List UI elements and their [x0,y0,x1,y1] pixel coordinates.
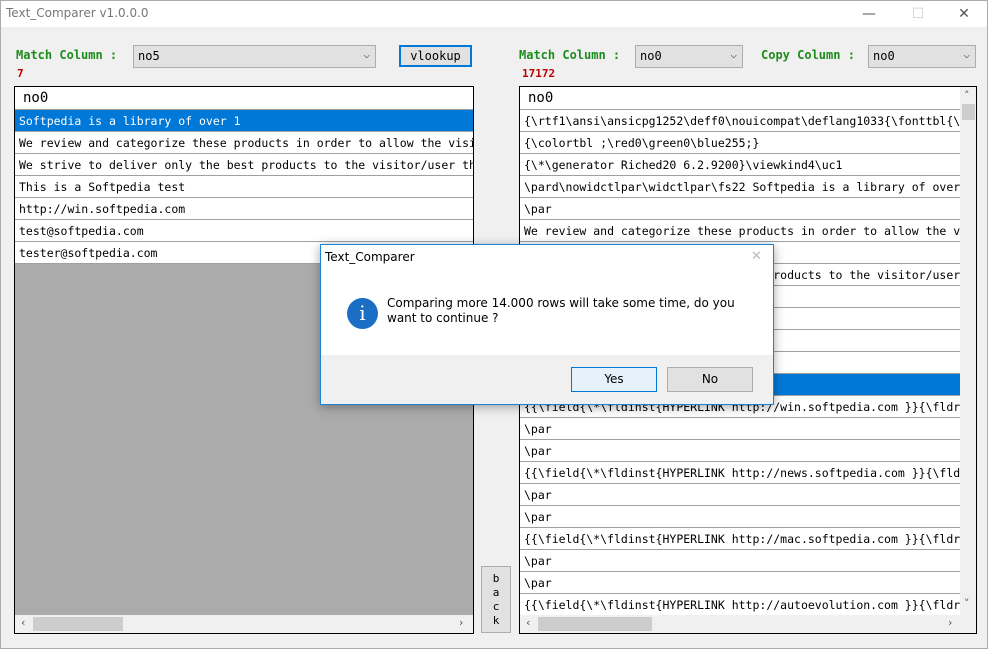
dialog-message: Comparing more 14.000 rows will take som… [387,296,735,325]
back-letter: a [492,586,500,599]
back-letter: b [492,572,500,585]
chevron-down-icon: ⌵ [363,48,370,61]
scroll-left-icon[interactable]: ‹ [526,616,530,629]
right-match-column-label: Match Column : [519,48,621,62]
dialog-close-button[interactable]: ✕ [751,249,762,264]
no-button[interactable]: No [667,367,753,392]
copy-value: no0 [873,49,895,63]
table-row[interactable]: \pard\nowidctlpar\widctlpar\fs22 Softped… [520,176,960,198]
table-row[interactable]: \par [520,484,960,506]
scroll-right-icon[interactable]: › [459,616,463,629]
dialog-footer: Yes No [321,355,773,404]
right-row-count: 17172 [522,67,556,80]
table-row[interactable]: \par [520,418,960,440]
right-horizontal-scrollbar[interactable]: ‹ › [520,615,976,633]
table-row[interactable]: {{\field{\*\fldinst{HYPERLINK http://mac… [520,528,960,550]
table-row[interactable]: We strive to deliver only the best produ… [15,154,473,176]
table-row[interactable]: This is a Softpedia test [15,176,473,198]
scroll-up-icon[interactable]: ˄ [964,89,970,102]
dialog-title: Text_Comparer [325,250,415,264]
table-row[interactable]: Softpedia is a library of over 1 [15,110,473,132]
info-icon: i [347,298,378,329]
back-letter: c [492,600,500,613]
scroll-down-icon[interactable]: ˅ [964,597,970,610]
right-vertical-scrollbar[interactable]: ˄ ˅ [960,87,976,615]
scroll-thumb[interactable] [33,617,123,631]
right-grid-header[interactable]: no0 [520,87,960,110]
scroll-right-icon[interactable]: › [948,616,952,629]
table-row[interactable]: We review and categorize these products … [520,220,960,242]
table-row[interactable]: {{\field{\*\fldinst{HYPERLINK http://new… [520,462,960,484]
table-row[interactable]: \par [520,572,960,594]
scroll-thumb[interactable] [962,104,975,120]
back-button[interactable]: b a c k [481,566,511,633]
left-match-column-select[interactable]: no5 ⌵ [133,45,376,68]
maximize-button[interactable]: ☐ [903,4,933,24]
vlookup-button[interactable]: vlookup [399,45,472,67]
left-row-count: 7 [17,67,24,80]
left-grid-header[interactable]: no0 [15,87,473,110]
left-match-value: no5 [138,49,160,63]
minimize-button[interactable]: — [854,4,884,24]
back-letter: k [492,614,500,627]
right-match-value: no0 [640,49,662,63]
left-match-column-label: Match Column : [16,48,118,62]
table-row[interactable]: \par [520,198,960,220]
table-row[interactable]: \par [520,440,960,462]
table-row[interactable]: We review and categorize these products … [15,132,473,154]
table-row[interactable]: \par [520,506,960,528]
table-row[interactable]: {\colortbl ;\red0\green0\blue255;} [520,132,960,154]
table-row[interactable]: {\rtf1\ansi\ansicpg1252\deff0\nouicompat… [520,110,960,132]
right-match-column-select[interactable]: no0 ⌵ [635,45,743,68]
scroll-thumb[interactable] [538,617,652,631]
table-row[interactable]: http://win.softpedia.com [15,198,473,220]
copy-column-select[interactable]: no0 ⌵ [868,45,976,68]
copy-column-label: Copy Column : [761,48,855,62]
table-row[interactable]: \par [520,550,960,572]
yes-button[interactable]: Yes [571,367,657,392]
table-row[interactable]: {\*\generator Riched20 6.2.9200}\viewkin… [520,154,960,176]
table-row[interactable]: test@softpedia.com [15,220,473,242]
confirm-dialog: Text_Comparer ✕ i Comparing more 14.000 … [320,244,774,405]
window-title: Text_Comparer v1.0.0.0 [6,6,149,20]
close-button[interactable]: ✕ [949,4,979,24]
chevron-down-icon: ⌵ [963,48,970,61]
left-horizontal-scrollbar[interactable]: ‹ › [15,615,473,633]
table-row[interactable]: {{\field{\*\fldinst{HYPERLINK http://aut… [520,594,960,616]
title-bar: Text_Comparer v1.0.0.0 — ☐ ✕ [1,1,987,27]
chevron-down-icon: ⌵ [730,48,737,61]
scroll-left-icon[interactable]: ‹ [21,616,25,629]
